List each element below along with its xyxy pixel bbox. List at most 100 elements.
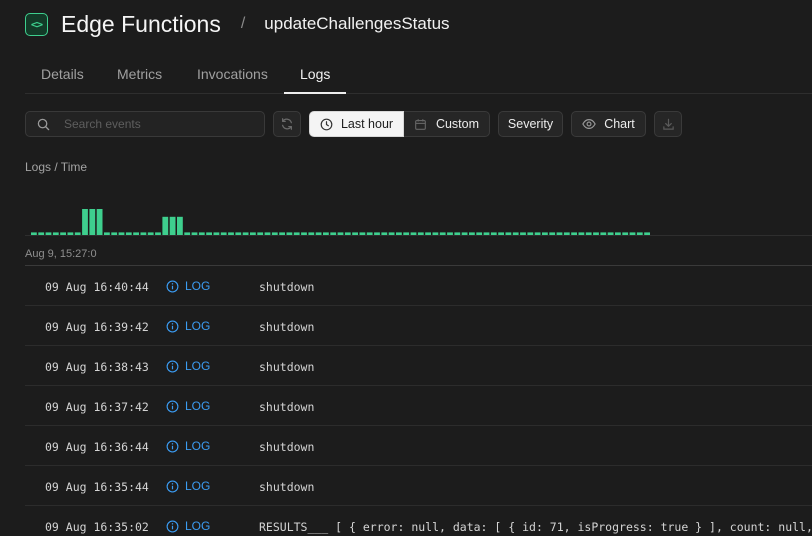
- chart-bar[interactable]: [615, 232, 621, 235]
- chart-bar[interactable]: [213, 232, 220, 235]
- chart-bar[interactable]: [374, 232, 380, 235]
- chart-bar[interactable]: [315, 232, 322, 235]
- chart-bar[interactable]: [417, 232, 424, 235]
- chart-bar[interactable]: [359, 232, 366, 235]
- search-box[interactable]: [25, 111, 265, 137]
- download-button[interactable]: [654, 111, 682, 137]
- tab-invocations[interactable]: Invocations: [181, 56, 284, 94]
- chart-bar[interactable]: [337, 232, 344, 235]
- chart-bar[interactable]: [89, 209, 96, 235]
- chart-bar[interactable]: [286, 232, 293, 235]
- chart-bar[interactable]: [279, 232, 285, 235]
- chart-bar[interactable]: [118, 232, 125, 235]
- chart-bar[interactable]: [585, 232, 592, 235]
- chart-bar[interactable]: [250, 232, 256, 235]
- chart-bar[interactable]: [45, 232, 52, 235]
- chart-bar[interactable]: [74, 232, 81, 235]
- chart-bar[interactable]: [629, 232, 636, 235]
- chart-bar[interactable]: [410, 232, 417, 235]
- chart-bar[interactable]: [257, 232, 264, 235]
- chart-bar[interactable]: [177, 216, 183, 235]
- chart-bar[interactable]: [505, 232, 512, 235]
- chart-bar[interactable]: [527, 232, 534, 235]
- table-row[interactable]: 09 Aug 16:39:42 LOG shutdown: [25, 306, 812, 346]
- chart-bar[interactable]: [293, 232, 300, 235]
- chart-bar[interactable]: [228, 232, 234, 235]
- chart-bar[interactable]: [498, 232, 504, 235]
- chart-bar[interactable]: [38, 232, 45, 235]
- chart-bar[interactable]: [52, 232, 59, 235]
- chart-bar[interactable]: [96, 209, 103, 235]
- chart-bar[interactable]: [67, 232, 74, 235]
- table-row[interactable]: 09 Aug 16:38:43 LOG shutdown: [25, 346, 812, 386]
- chart-bar[interactable]: [454, 232, 461, 235]
- severity-button[interactable]: Severity: [498, 111, 563, 137]
- chart-bar[interactable]: [425, 232, 431, 235]
- chart-bar[interactable]: [483, 232, 490, 235]
- chart-bar[interactable]: [534, 232, 541, 235]
- chart-bar[interactable]: [593, 232, 599, 235]
- chart-bar[interactable]: [155, 232, 161, 235]
- chart-bar[interactable]: [140, 232, 147, 235]
- chart-bar[interactable]: [264, 232, 271, 235]
- chart-bar[interactable]: [198, 232, 205, 235]
- chart-bar[interactable]: [636, 232, 643, 235]
- chart-bar[interactable]: [169, 216, 176, 235]
- chart-bar[interactable]: [330, 232, 337, 235]
- chart-bar[interactable]: [162, 216, 169, 235]
- chart-bar[interactable]: [352, 232, 358, 235]
- chart-bar[interactable]: [403, 232, 410, 235]
- chart-bar[interactable]: [571, 232, 577, 235]
- table-row[interactable]: 09 Aug 16:35:02 LOG RESULTS___ [ { error: …: [25, 506, 812, 536]
- table-row[interactable]: 09 Aug 16:35:44 LOG shutdown: [25, 466, 812, 506]
- chart-bar[interactable]: [476, 232, 483, 235]
- chart-bar[interactable]: [344, 232, 351, 235]
- chart-bar[interactable]: [31, 232, 37, 235]
- chart-bar[interactable]: [490, 232, 497, 235]
- chart-bar[interactable]: [82, 209, 88, 235]
- chart-bar[interactable]: [191, 232, 198, 235]
- chart-bar[interactable]: [111, 232, 118, 235]
- custom-range-button[interactable]: Custom: [404, 111, 490, 137]
- chart-bar[interactable]: [396, 232, 402, 235]
- table-row[interactable]: 09 Aug 16:37:42 LOG shutdown: [25, 386, 812, 426]
- chart-bar[interactable]: [104, 232, 110, 235]
- chart-bar[interactable]: [439, 232, 446, 235]
- chart-bar[interactable]: [622, 232, 629, 235]
- chart-bar[interactable]: [549, 232, 556, 235]
- chart-bar[interactable]: [381, 232, 388, 235]
- chart-bar[interactable]: [206, 232, 212, 235]
- chart-bar[interactable]: [133, 232, 139, 235]
- chart-bar[interactable]: [125, 232, 132, 235]
- chart-bar[interactable]: [447, 232, 453, 235]
- chart-bar[interactable]: [461, 232, 468, 235]
- chart-bar[interactable]: [388, 232, 395, 235]
- chart-bar[interactable]: [512, 232, 519, 235]
- search-input[interactable]: [64, 117, 244, 131]
- chart-bar[interactable]: [542, 232, 548, 235]
- tab-details[interactable]: Details: [25, 56, 100, 94]
- chart-toggle-button[interactable]: Chart: [571, 111, 646, 137]
- tab-metrics[interactable]: Metrics: [101, 56, 178, 94]
- chart-bar[interactable]: [184, 232, 191, 235]
- chart-bar[interactable]: [556, 232, 563, 235]
- table-row[interactable]: 09 Aug 16:36:44 LOG shutdown: [25, 426, 812, 466]
- chart-bar[interactable]: [607, 232, 614, 235]
- refresh-button[interactable]: [273, 111, 301, 137]
- chart-bar[interactable]: [147, 232, 154, 235]
- page-title[interactable]: Edge Functions: [61, 11, 221, 38]
- chart-bar[interactable]: [600, 232, 607, 235]
- chart-bar[interactable]: [578, 232, 585, 235]
- chart-bar[interactable]: [60, 232, 66, 235]
- chart-bar[interactable]: [323, 232, 329, 235]
- chart-bar[interactable]: [432, 232, 439, 235]
- chart-bar[interactable]: [644, 232, 650, 235]
- chart-bar[interactable]: [271, 232, 278, 235]
- chart-bar[interactable]: [563, 232, 570, 235]
- chart-bar[interactable]: [520, 232, 526, 235]
- table-row[interactable]: 09 Aug 16:40:44 LOG shutdown: [25, 266, 812, 306]
- chart-bar[interactable]: [308, 232, 315, 235]
- chart-bar[interactable]: [242, 232, 249, 235]
- chart-bar[interactable]: [220, 232, 227, 235]
- chart-bar[interactable]: [235, 232, 242, 235]
